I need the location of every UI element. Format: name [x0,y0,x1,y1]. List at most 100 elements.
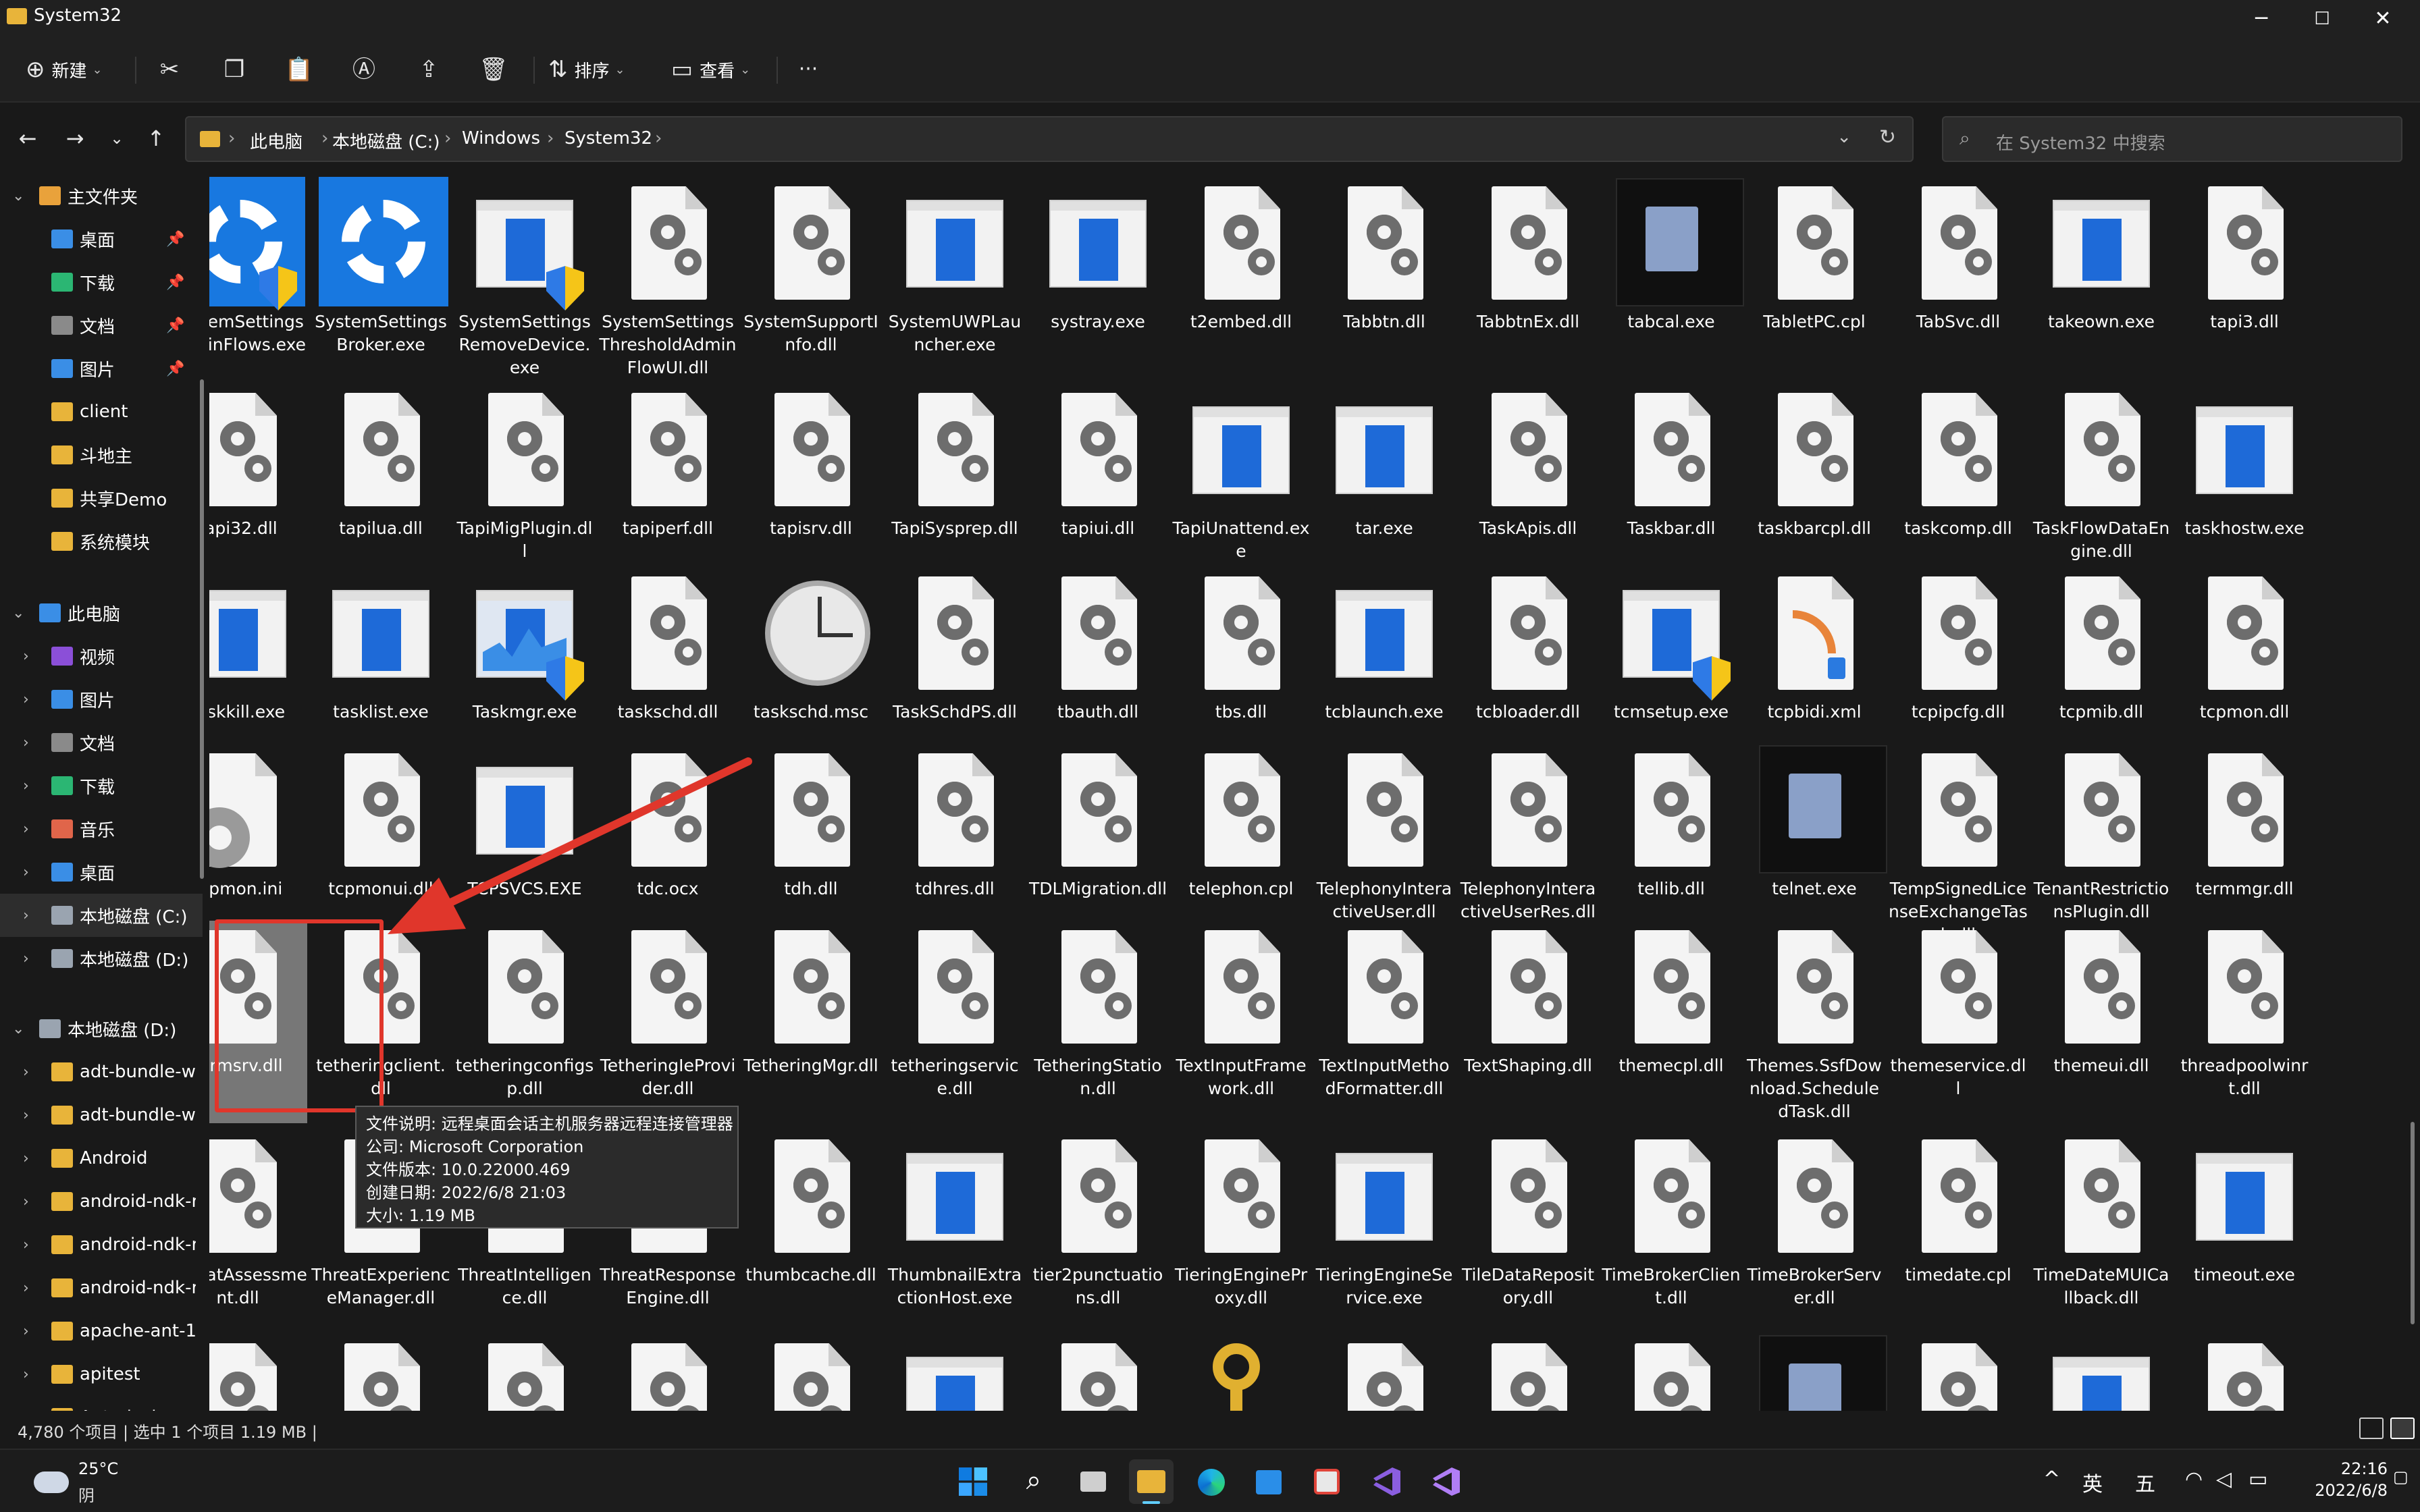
chevron-down-icon[interactable]: ⌄ [12,605,24,622]
pin-icon[interactable]: 📌 [166,274,184,291]
file-item[interactable]: TextInputMethodFormatter.dll [1315,921,1454,1123]
file-item[interactable]: TapiUnattend.exe [1172,383,1311,586]
battery-icon[interactable]: ▭ [2248,1467,2267,1491]
sidebar-item-7[interactable]: 共享Demo [0,477,203,520]
details-view-icon[interactable] [2359,1418,2384,1439]
chevron-right-icon[interactable]: › [23,778,29,794]
file-item[interactable]: TapiSysprep.dll [885,383,1024,586]
chevron-right-icon[interactable]: › [23,1193,29,1210]
sort-button[interactable]: ⇅ 排序 ⌄ [548,53,625,86]
recent-chevron-icon[interactable]: ⌄ [100,122,134,155]
file-item[interactable]: tdh.dll [741,744,880,946]
pin-icon[interactable]: 📌 [166,360,184,377]
file-item[interactable]: tbauth.dll [1028,567,1167,770]
sidebar-item-5[interactable]: client [0,390,203,433]
sidebar-item-18[interactable]: ⌄ 本地磁盘 (D:) [0,1007,203,1050]
sidebar-scrollbar[interactable] [200,379,204,879]
file-item[interactable]: TabletPC.cpl [1745,177,1884,379]
maximize-button[interactable]: ☐ [2298,4,2346,34]
file-item[interactable]: taskschd.dll [598,567,737,770]
file-item[interactable]: taskkill.exe [209,567,307,770]
edge-icon[interactable] [1188,1459,1233,1504]
file-item[interactable]: TabbtnEx.dll [1458,177,1598,379]
file-item[interactable]: takeown.exe [2032,177,2171,379]
chevron-right-icon[interactable]: › [23,691,29,708]
file-item[interactable]: themeui.dll [2032,921,2171,1123]
search-box[interactable]: ⌕ 在 System32 中搜索 [1942,116,2402,162]
file-item[interactable]: tcpmon.dll [2175,567,2314,770]
breadcrumb-drive-c[interactable]: 本地磁盘 (C:) [332,128,440,153]
file-item[interactable]: themeservice.dll [1889,921,2028,1123]
file-item[interactable]: tcpipcfg.dll [1889,567,2028,770]
pin-icon[interactable]: 📌 [166,317,184,334]
sidebar-item-1[interactable]: 桌面 📌 [0,217,203,261]
chevron-right-icon[interactable]: › [23,1280,29,1297]
file-item[interactable] [1745,1334,1887,1411]
file-item[interactable]: SystemSettingsBroker.exe [311,177,450,379]
file-item[interactable] [311,1334,450,1411]
chevron-right-icon[interactable]: › [23,648,29,665]
file-item[interactable]: tetheringservice.dll [885,921,1024,1123]
minimize-button[interactable]: ─ [2238,4,2285,34]
vertical-scrollbar[interactable] [2405,177,2420,1411]
file-item[interactable]: tbs.dll [1172,567,1311,770]
file-item[interactable]: tcmsetup.exe [1602,567,1741,770]
chevron-right-icon[interactable]: › [23,1064,29,1081]
file-item[interactable]: tapisrv.dll [741,383,880,586]
sidebar-item-8[interactable]: 系统模块 [0,520,203,563]
file-item[interactable]: TapiMigPlugin.dll [455,383,594,586]
history-dropdown-icon[interactable]: ⌄ [1837,127,1851,147]
tray-overflow-icon[interactable]: ^ [2043,1467,2060,1491]
file-item[interactable]: SystemSettingsThresholdAdminFlowUI.dll [598,177,737,379]
chevron-right-icon[interactable]: › [23,907,29,924]
sidebar-item-6[interactable]: 斗地主 [0,433,203,477]
file-item[interactable]: TextInputFramework.dll [1172,921,1311,1123]
file-item[interactable] [1172,1334,1311,1411]
chevron-right-icon[interactable]: › [23,1366,29,1383]
file-item[interactable]: SystemUWPLauncher.exe [885,177,1024,379]
sidebar-item-4[interactable]: 图片 📌 [0,347,203,390]
file-item[interactable]: TileDataRepository.dll [1458,1130,1598,1332]
sidebar-item-13[interactable]: › 下载 [0,764,203,807]
file-item[interactable]: ThreatAssessment.dll [209,1130,307,1332]
sidebar-item-15[interactable]: › 桌面 [0,850,203,894]
back-arrow-icon[interactable]: ← [11,122,45,155]
sidebar-item-2[interactable]: 下载 📌 [0,261,203,304]
file-item[interactable] [1028,1334,1167,1411]
file-item[interactable]: taskhostw.exe [2175,383,2314,586]
visual-studio-2-icon[interactable] [1423,1459,1468,1504]
file-item[interactable]: tcpbidi.xml [1745,567,1884,770]
file-item[interactable]: TDLMigration.dll [1028,744,1167,946]
file-item[interactable]: Taskmgr.exe [455,567,594,770]
chevron-right-icon[interactable]: › [23,1150,29,1167]
file-item[interactable]: TimeBrokerClient.dll [1602,1130,1741,1332]
cut-icon[interactable]: ✂ [153,53,186,86]
chevron-down-icon[interactable]: ⌄ [12,1021,24,1037]
delete-icon[interactable]: 🗑 [477,53,510,86]
file-item[interactable] [2175,1334,2314,1411]
file-item[interactable]: telnet.exe [1745,744,1887,946]
file-item[interactable] [885,1334,1024,1411]
sidebar-item-22[interactable]: › android-ndk-r [0,1180,203,1223]
large-icons-view-icon[interactable] [2390,1418,2415,1439]
file-item[interactable]: tetheringconfigsp.dll [455,921,594,1123]
start-button[interactable] [951,1459,995,1504]
file-item[interactable]: ThumbnailExtractionHost.exe [885,1130,1024,1332]
breadcrumb-this-pc[interactable]: 此电脑 [250,128,302,153]
chevron-right-icon[interactable]: › [23,734,29,751]
sidebar-item-24[interactable]: › android-ndk-r [0,1266,203,1310]
breadcrumb-system32[interactable]: System32 [564,128,652,148]
file-item[interactable]: TimeDateMUICallback.dll [2032,1130,2171,1332]
notification-icon[interactable]: ▢ [2393,1467,2409,1486]
sidebar-item-12[interactable]: › 文档 [0,721,203,764]
forward-arrow-icon[interactable]: → [58,122,92,155]
file-item[interactable]: tar.exe [1315,383,1454,586]
file-item[interactable]: telephon.cpl [1172,744,1311,946]
refresh-icon[interactable]: ↻ [1879,126,1896,149]
file-item[interactable]: TetheringIeProvider.dll [598,921,737,1123]
scrollbar-thumb[interactable] [2411,1122,2415,1324]
file-item[interactable]: tcblaunch.exe [1315,567,1454,770]
sidebar-item-25[interactable]: › apache-ant-1. [0,1310,203,1353]
file-item[interactable]: TetheringStation.dll [1028,921,1167,1123]
file-item[interactable]: TelephonyInteractiveUser.dll [1315,744,1454,946]
